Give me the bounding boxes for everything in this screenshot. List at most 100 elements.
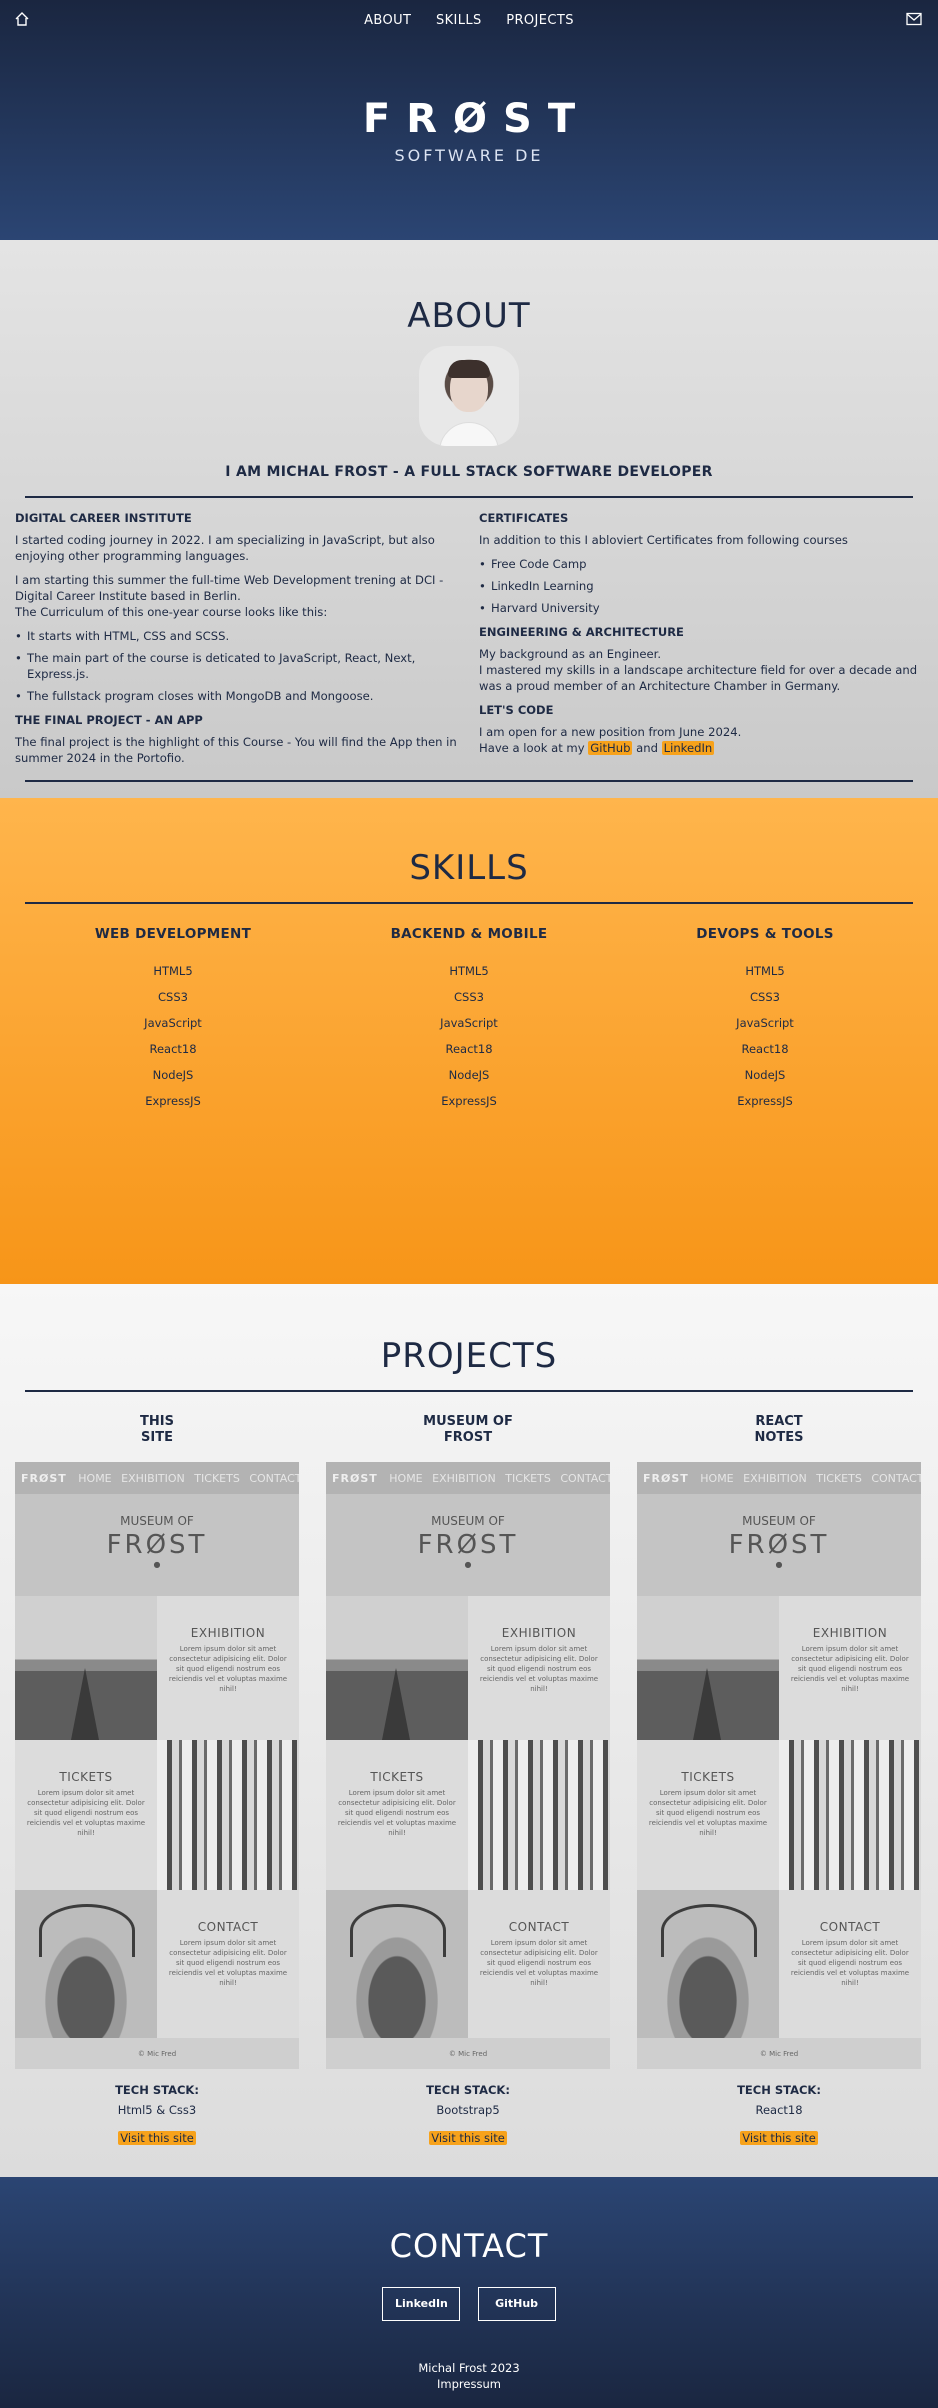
preview-contact: CONTACT Lorem ipsum dolor sit amet conse…	[157, 1890, 299, 2038]
project-title-line: NOTES	[754, 1430, 804, 1445]
preview-nav-brand: FRØST	[21, 1472, 67, 1485]
contact-section: CONTACT LinkedIn GitHub Michal Frost 202…	[0, 2177, 938, 2408]
deer-photo	[637, 1890, 779, 2038]
preview-nav-item: TICKETS	[505, 1472, 551, 1485]
preview-block-text: Lorem ipsum dolor sit amet consectetur a…	[790, 1939, 910, 1987]
preview-nav-item: EXHIBITION	[432, 1472, 496, 1485]
preview-contact: CONTACT Lorem ipsum dolor sit amet conse…	[779, 1890, 921, 2038]
skill-item: React18	[149, 1042, 197, 1056]
about-dci-heading: DIGITAL CAREER INSTITUTE	[15, 511, 192, 525]
skills-columns: WEB DEVELOPMENT HTML5 CSS3 JavaScript Re…	[25, 926, 913, 1114]
divider	[25, 496, 913, 498]
project-title: THIS SITE	[15, 1414, 299, 1460]
preview-block-title: TICKETS	[59, 1770, 113, 1784]
road-photo	[326, 1596, 468, 1740]
preview-hero-big: FRØST	[417, 1530, 519, 1560]
preview-nav-item: EXHIBITION	[743, 1472, 807, 1485]
skill-item: ExpressJS	[737, 1094, 793, 1108]
skill-item: CSS3	[158, 990, 188, 1004]
preview-block-text: Lorem ipsum dolor sit amet consectetur a…	[168, 1645, 288, 1693]
certificates-heading: CERTIFICATES	[479, 511, 569, 525]
project-preview-image[interactable]: FRØST HOME EXHIBITION TICKETS CONTACT MU…	[326, 1462, 610, 2069]
brand-logo: FRØST	[362, 96, 592, 142]
skill-item: JavaScript	[144, 1016, 202, 1030]
project-preview-image[interactable]: FRØST HOME EXHIBITION TICKETS CONTACT MU…	[15, 1462, 299, 2069]
about-left-column: DIGITAL CAREER INSTITUTE I started codin…	[15, 510, 459, 774]
skill-item: CSS3	[454, 990, 484, 1004]
preview-exhibition: EXHIBITION Lorem ipsum dolor sit amet co…	[468, 1596, 610, 1740]
skill-item: NodeJS	[448, 1068, 490, 1082]
visit-site-link[interactable]: Visit this site	[429, 2131, 507, 2145]
linkedin-link[interactable]: LinkedIn	[661, 741, 715, 755]
brand-tagline: SOFTWARE DE	[394, 146, 544, 165]
skills-title: SKILLS	[409, 848, 529, 888]
preview-nav-item: TICKETS	[194, 1472, 240, 1485]
skill-item: React18	[741, 1042, 789, 1056]
visit-site-link[interactable]: Visit this site	[118, 2131, 196, 2145]
contact-buttons: LinkedIn GitHub	[0, 2287, 938, 2321]
tech-stack-label: TECH STACK:	[115, 2083, 199, 2097]
about-heading: I AM MICHAL FROST - A FULL STACK SOFTWAR…	[225, 464, 713, 480]
certificates-text: In addition to this I abloviert Certific…	[479, 533, 848, 547]
preview-hero: MUSEUM OF FRØST ●	[326, 1494, 610, 1596]
linkedin-button[interactable]: LinkedIn	[382, 2287, 461, 2321]
skill-item: CSS3	[750, 990, 780, 1004]
skill-column-title: DEVOPS & TOOLS	[696, 926, 834, 942]
deer-photo	[15, 1890, 157, 2038]
list-item: LinkedIn Learning	[479, 578, 923, 594]
skill-item: HTML5	[153, 964, 193, 978]
preview-hero: MUSEUM OF FRØST ●	[15, 1494, 299, 1596]
about-columns: DIGITAL CAREER INSTITUTE I started codin…	[15, 510, 923, 774]
preview-nav-item: TICKETS	[816, 1472, 862, 1485]
github-link[interactable]: GitHub	[588, 741, 633, 755]
lets-code-text: I am open for a new position from June 2…	[479, 724, 923, 756]
skill-item: HTML5	[449, 964, 489, 978]
preview-hero: MUSEUM OF FRØST ●	[637, 1494, 921, 1596]
project-title: REACT NOTES	[637, 1414, 921, 1460]
lets-code-heading: LET'S CODE	[479, 703, 554, 717]
visit-site-link[interactable]: Visit this site	[740, 2131, 818, 2145]
final-project-text: The final project is the highlight of th…	[15, 735, 457, 765]
about-title: ABOUT	[407, 296, 531, 336]
preview-tickets: TICKETS Lorem ipsum dolor sit amet conse…	[326, 1740, 468, 1890]
contact-title: CONTACT	[389, 2227, 549, 2265]
forest-photo	[779, 1740, 921, 1890]
impressum-link[interactable]: Impressum	[0, 2377, 938, 2391]
preview-grid: EXHIBITION Lorem ipsum dolor sit amet co…	[15, 1596, 299, 2038]
project-card: THIS SITE FRØST HOME EXHIBITION TICKETS …	[15, 1414, 299, 2146]
avatar	[419, 346, 519, 446]
engineering-line: I mastered my skills in a landscape arch…	[479, 663, 918, 693]
preview-footer: © Mic Fred	[637, 2038, 921, 2069]
about-dci-line: The Curriculum of this one-year course l…	[15, 605, 328, 619]
preview-nav-item: CONTACT	[560, 1472, 610, 1485]
list-item: The fullstack program closes with MongoD…	[15, 688, 459, 704]
list-item: Free Code Camp	[479, 556, 923, 572]
skill-item: ExpressJS	[441, 1094, 497, 1108]
preview-block-text: Lorem ipsum dolor sit amet consectetur a…	[790, 1645, 910, 1693]
preview-nav-brand: FRØST	[332, 1472, 378, 1485]
skill-item: ExpressJS	[145, 1094, 201, 1108]
preview-block-text: Lorem ipsum dolor sit amet consectetur a…	[479, 1645, 599, 1693]
nav-link-projects[interactable]: PROJECTS	[506, 13, 574, 28]
preview-nav: FRØST HOME EXHIBITION TICKETS CONTACT	[15, 1462, 299, 1494]
divider	[25, 1390, 913, 1392]
skill-item: HTML5	[745, 964, 785, 978]
project-card: MUSEUM OF FROST FRØST HOME EXHIBITION TI…	[326, 1414, 610, 2146]
preview-nav-item: HOME	[78, 1472, 112, 1485]
github-button[interactable]: GitHub	[477, 2287, 556, 2321]
skills-section: SKILLS WEB DEVELOPMENT HTML5 CSS3 JavaSc…	[0, 798, 938, 1284]
nav-link-about[interactable]: ABOUT	[364, 13, 411, 28]
preview-hero-small: MUSEUM OF	[120, 1514, 194, 1528]
deer-photo	[326, 1890, 468, 2038]
preview-nav-brand: FRØST	[643, 1472, 689, 1485]
about-dci-text-2: I am starting this summer the full-time …	[15, 572, 459, 620]
mail-icon[interactable]	[906, 12, 922, 26]
preview-hero-dot: ●	[775, 1560, 783, 1569]
project-preview-image[interactable]: FRØST HOME EXHIBITION TICKETS CONTACT MU…	[637, 1462, 921, 2069]
skill-column-title: WEB DEVELOPMENT	[94, 926, 252, 942]
preview-block-title: EXHIBITION	[812, 1626, 888, 1640]
project-title: MUSEUM OF FROST	[326, 1414, 610, 1460]
about-dci-line: I am starting this summer the full-time …	[15, 573, 444, 603]
preview-nav-item: CONTACT	[249, 1472, 299, 1485]
nav-link-skills[interactable]: SKILLS	[436, 13, 482, 28]
